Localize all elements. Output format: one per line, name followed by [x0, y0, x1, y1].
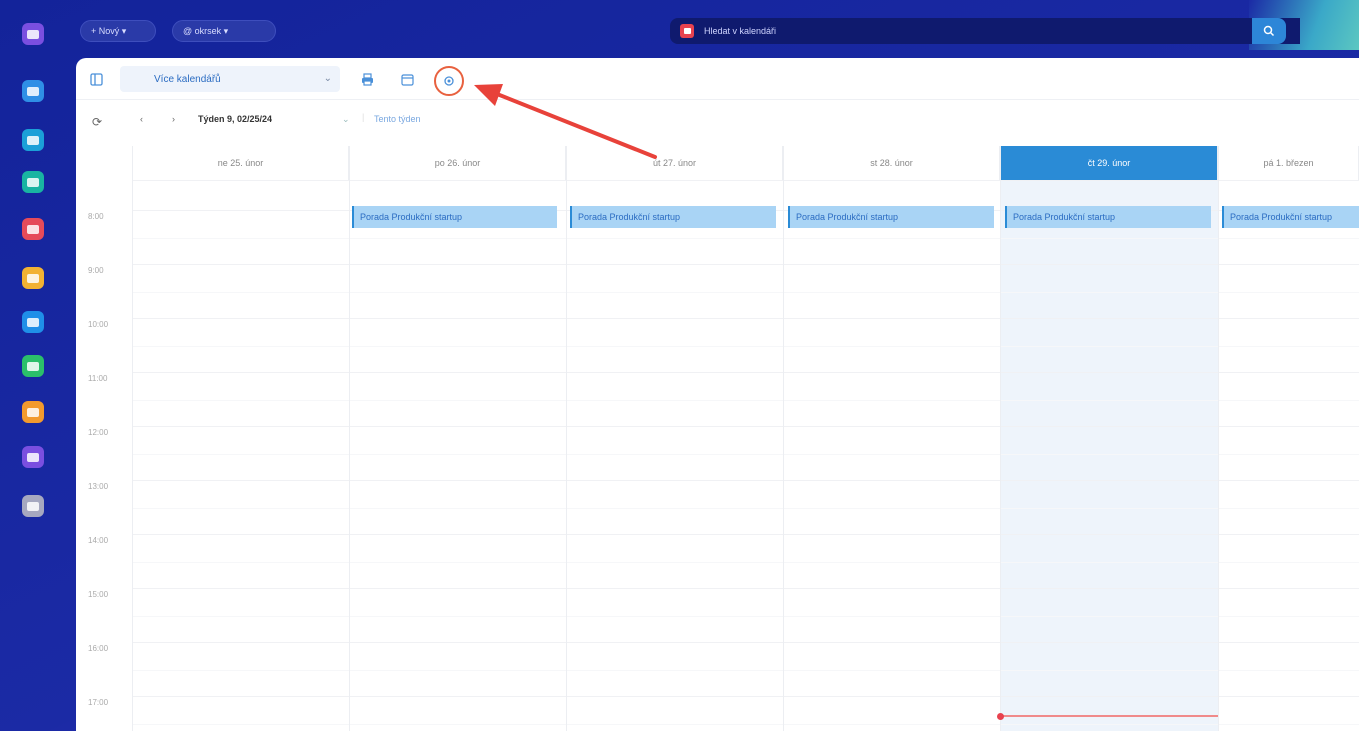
sidebar-toggle-icon[interactable] — [89, 72, 103, 86]
row-line — [132, 238, 1359, 239]
event[interactable]: Porada Produkční startup — [1222, 206, 1359, 228]
navigation-bar: ⟳ ‹ › Týden 9, 02/25/24 ⌄ | Tento týden — [76, 100, 1359, 144]
day-header[interactable]: ne 25. únor — [133, 146, 349, 180]
row-line — [132, 724, 1359, 725]
calendar-select-label: Více kalendářů — [154, 73, 221, 85]
print-icon[interactable] — [360, 72, 374, 86]
search-button[interactable] — [1252, 18, 1286, 44]
today-column — [1001, 180, 1219, 731]
row-line — [132, 426, 1359, 427]
event[interactable]: Porada Produkční startup — [570, 206, 776, 228]
calendar-select[interactable]: Více kalendářů ⌄ — [120, 66, 340, 92]
chevron-down-icon: ⌄ — [323, 73, 332, 84]
app-rail — [0, 0, 76, 731]
time-label: 15:00 — [88, 590, 109, 599]
new-button[interactable]: + Nový ▾ — [80, 20, 156, 42]
time-label: 12:00 — [88, 428, 109, 437]
event[interactable]: Porada Produkční startup — [788, 206, 994, 228]
prev-week-button[interactable]: ‹ — [140, 114, 143, 124]
row-line — [132, 180, 1359, 181]
day-header[interactable]: út 27. únor — [567, 146, 783, 180]
top-bar: + Nový ▾ @ okrsek ▾ Hledat v kalendáři — [76, 0, 1359, 60]
row-line — [132, 400, 1359, 401]
time-label: 16:00 — [88, 644, 109, 653]
inbox-icon[interactable] — [22, 446, 44, 468]
row-line — [132, 642, 1359, 643]
chat-icon[interactable] — [22, 129, 44, 151]
week-grid: ne 25. únor po 26. únor út 27. únor st 2… — [76, 144, 1359, 731]
event[interactable]: Porada Produkční startup — [352, 206, 557, 228]
calendar-icon — [680, 24, 694, 38]
search-icon — [1263, 25, 1275, 37]
account-button[interactable]: @ okrsek ▾ — [172, 20, 276, 42]
current-time-dot — [997, 713, 1004, 720]
column-line — [1218, 146, 1219, 731]
row-line — [132, 292, 1359, 293]
time-label: 14:00 — [88, 536, 109, 545]
divider: | — [362, 112, 365, 122]
export-icon[interactable] — [400, 72, 414, 86]
chevron-down-icon[interactable]: ⌄ — [342, 114, 350, 125]
row-line — [132, 562, 1359, 563]
search-placeholder: Hledat v kalendáři — [704, 26, 777, 36]
calendar-icon[interactable] — [22, 218, 44, 240]
highlight-ring — [434, 66, 464, 96]
drive-icon[interactable] — [22, 311, 44, 333]
week-label[interactable]: Týden 9, 02/25/24 — [198, 114, 272, 124]
column-line — [1000, 146, 1001, 731]
refresh-icon[interactable]: ⟳ — [90, 115, 104, 129]
time-label: 10:00 — [88, 320, 109, 329]
row-line — [132, 696, 1359, 697]
tasks-icon[interactable] — [22, 355, 44, 377]
calendar-panel: Více kalendářů ⌄ ⟳ ‹ › Týden 9, 02/25/24… — [76, 58, 1359, 731]
row-line — [132, 372, 1359, 373]
day-header-today[interactable]: čt 29. únor — [1001, 146, 1218, 180]
day-header[interactable]: st 28. únor — [784, 146, 1000, 180]
column-line — [132, 146, 133, 731]
current-time-line — [1001, 715, 1218, 717]
column-line — [349, 146, 350, 731]
time-label: 13:00 — [88, 482, 109, 491]
time-label: 17:00 — [88, 698, 109, 707]
row-line — [132, 588, 1359, 589]
row-line — [132, 480, 1359, 481]
search-input[interactable]: Hledat v kalendáři — [670, 18, 1300, 44]
notes-icon[interactable] — [22, 267, 44, 289]
row-line — [132, 508, 1359, 509]
row-line — [132, 616, 1359, 617]
calendar-toolbar: Více kalendářů ⌄ — [76, 58, 1359, 100]
time-label: 11:00 — [88, 374, 108, 383]
row-line — [132, 264, 1359, 265]
row-line — [132, 318, 1359, 319]
row-line — [132, 534, 1359, 535]
column-line — [566, 146, 567, 731]
column-line — [783, 146, 784, 731]
meet-icon[interactable] — [22, 171, 44, 193]
day-header[interactable]: pá 1. březen — [1219, 146, 1359, 180]
settings-icon[interactable] — [22, 495, 44, 517]
files-icon[interactable] — [22, 401, 44, 423]
home-icon[interactable] — [22, 23, 44, 45]
time-label: 8:00 — [88, 212, 104, 221]
time-label: 9:00 — [88, 266, 104, 275]
today-button[interactable]: Tento týden — [374, 114, 421, 124]
row-line — [132, 454, 1359, 455]
day-header[interactable]: po 26. únor — [350, 146, 566, 180]
row-line — [132, 670, 1359, 671]
mail-icon[interactable] — [22, 80, 44, 102]
row-line — [132, 346, 1359, 347]
next-week-button[interactable]: › — [172, 114, 175, 124]
event[interactable]: Porada Produkční startup — [1005, 206, 1211, 228]
